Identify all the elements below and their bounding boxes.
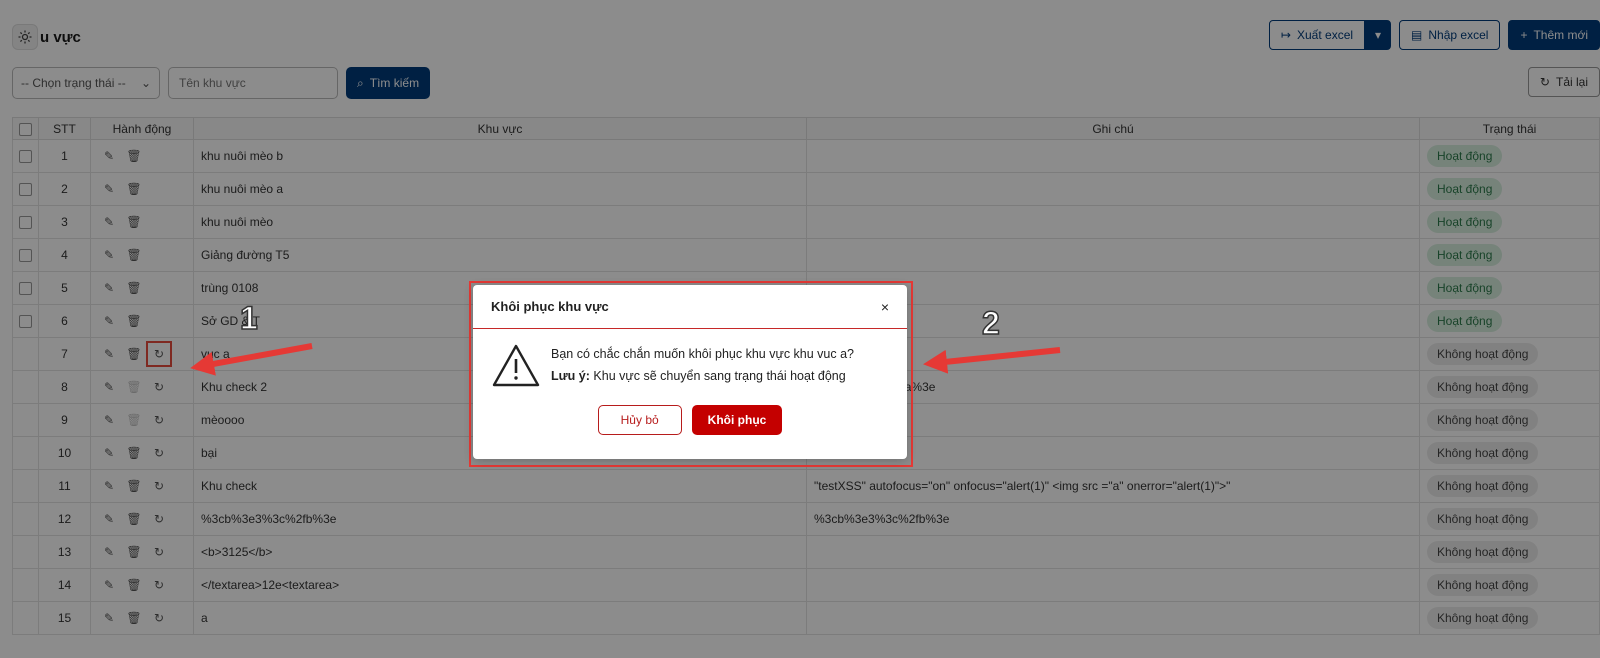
annotation-number-1: 1 — [239, 299, 258, 337]
annotation-number-2: 2 — [981, 304, 1000, 342]
annotation-arrow-2 — [923, 347, 1061, 374]
annotation-arrow-1 — [190, 343, 313, 376]
page: u vực ↦ Xuất excel ▾ ▤ Nhập excel + Thêm… — [0, 0, 1600, 658]
